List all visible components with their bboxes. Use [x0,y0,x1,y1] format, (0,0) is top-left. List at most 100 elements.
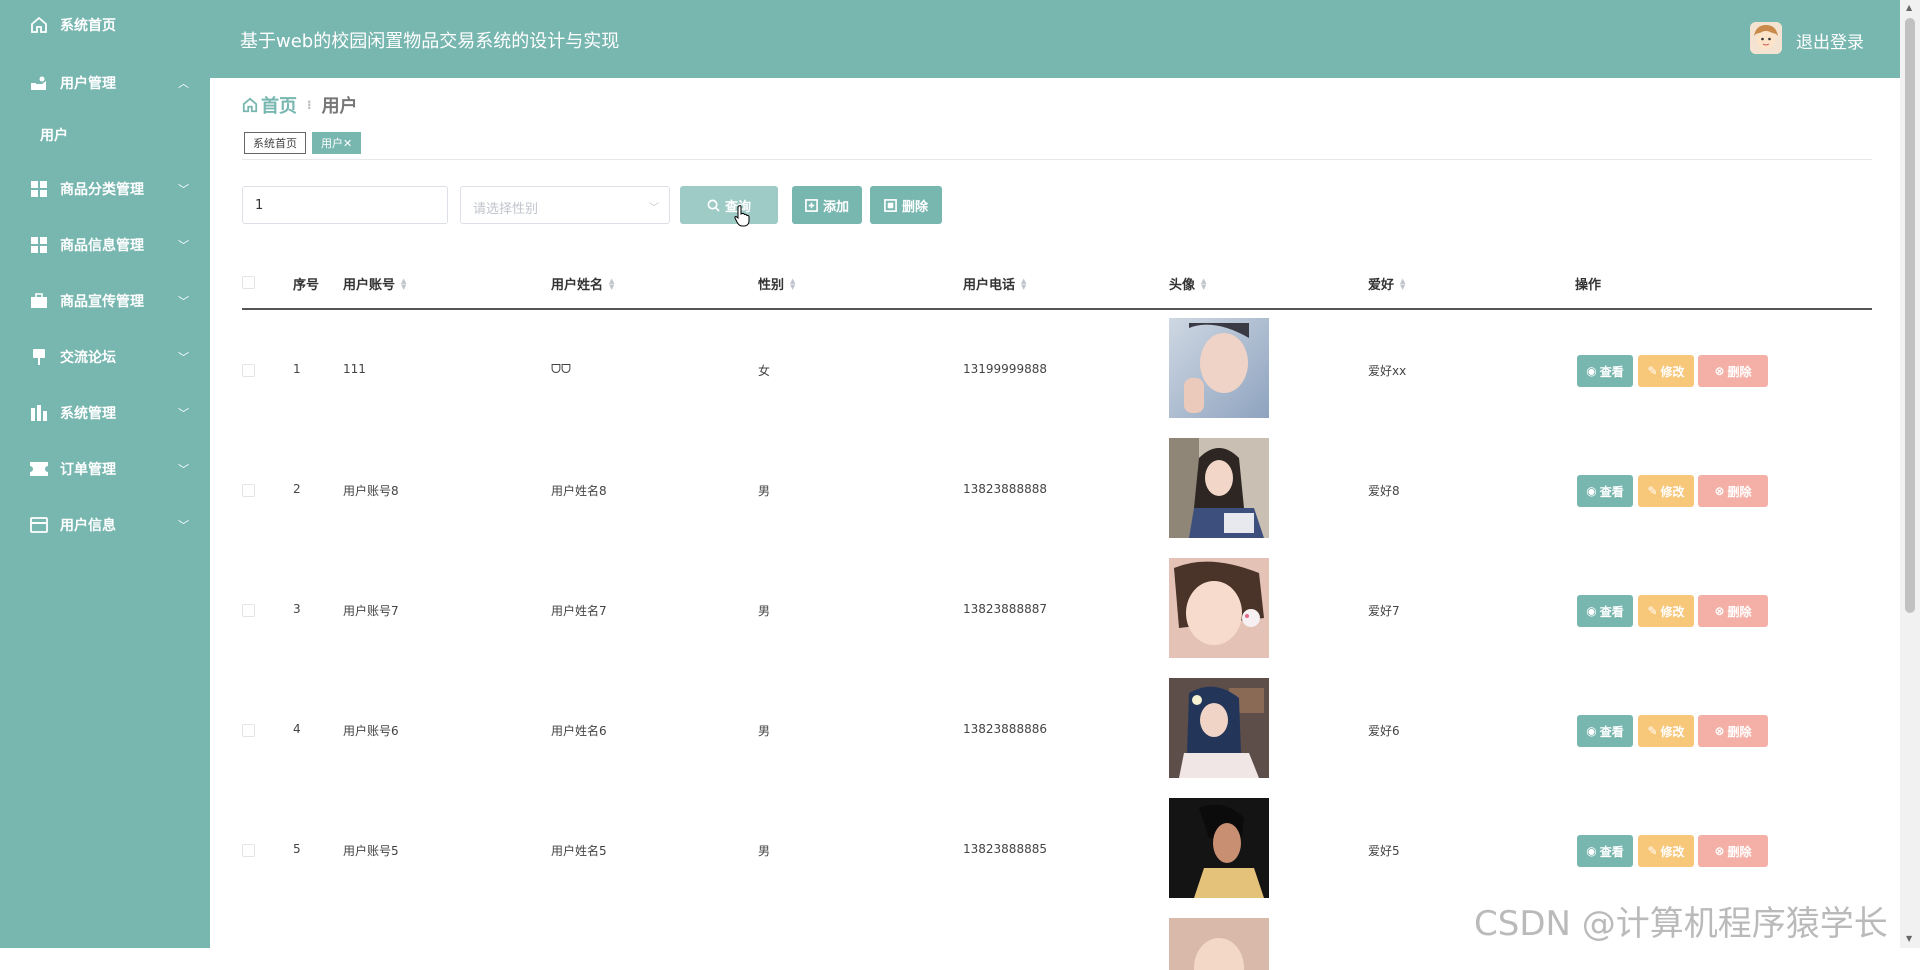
sidebar-item-goods[interactable]: 商品信息管理 ﹀ [0,225,210,265]
row-delete-button[interactable]: ⊗ 删除 [1698,835,1768,867]
cell-hobby: 爱好5 [1368,844,1400,858]
chevron-up-icon: ︿ [178,77,189,90]
row-delete-button[interactable]: ⊗ 删除 [1698,715,1768,747]
vertical-scrollbar[interactable]: ▲ ▼ [1900,0,1920,948]
chevron-down-icon: ﹀ [178,519,189,532]
sidebar: 系统首页 用户管理 ︿ 用户 商品分类管理 ﹀ 商品信息管理 ﹀ 商品宣传管理 … [0,0,210,948]
cell-phone: 13823888888 [963,482,1047,496]
sidebar-item-user[interactable]: 用户 [0,115,210,155]
cell-name: 用户姓名5 [551,844,607,858]
tab-user[interactable]: 用户✕ [312,132,362,154]
avatar-image[interactable] [1169,558,1269,658]
view-button[interactable]: ◉ 查看 [1577,475,1633,507]
cell-gender: 女 [758,364,771,378]
pin-icon [30,348,48,366]
sidebar-item-orders[interactable]: 订单管理 ﹀ [0,449,210,489]
avatar-image[interactable] [1169,798,1269,898]
eye-icon: ◉ [1586,364,1597,378]
delete-square-icon [884,198,897,212]
edit-button[interactable]: ✎ 修改 [1638,835,1694,867]
row-checkbox[interactable] [242,364,255,377]
breadcrumb-home[interactable]: 首页 [242,92,297,118]
view-button[interactable]: ◉ 查看 [1577,835,1633,867]
ticket-icon [30,460,48,478]
row-delete-button[interactable]: ⊗ 删除 [1698,595,1768,627]
row-checkbox[interactable] [242,484,255,497]
cell-gender: 男 [758,844,771,858]
search-input[interactable] [242,186,448,224]
add-button[interactable]: 添加 [792,186,862,224]
eye-icon: ◉ [1586,724,1597,738]
chart-icon [30,404,48,422]
scroll-up-icon[interactable]: ▲ [1906,3,1912,12]
row-checkbox[interactable] [242,844,255,857]
cell-index: 1 [293,362,301,376]
avatar-image[interactable] [1169,918,1269,970]
chevron-down-icon: ﹀ [178,239,189,252]
cell-gender: 男 [758,604,771,618]
tab-home[interactable]: 系统首页 [244,132,306,154]
scrollbar-thumb[interactable] [1905,18,1915,613]
edit-button[interactable]: ✎ 修改 [1638,715,1694,747]
edit-button[interactable]: ✎ 修改 [1638,355,1694,387]
cell-phone: 13823888885 [963,842,1047,856]
edit-icon: ✎ [1647,604,1658,618]
sidebar-item-home[interactable]: 系统首页 [0,5,210,45]
row-checkbox[interactable] [242,724,255,737]
col-avatar[interactable]: 头像 ▲ ▼ [1169,274,1206,293]
sidebar-item-system[interactable]: 系统管理 ﹀ [0,393,210,433]
select-all-checkbox[interactable] [242,276,255,289]
app-title: 基于web的校园闲置物品交易系统的设计与实现 [240,31,620,52]
col-gender[interactable]: 性别 ▲ ▼ [758,274,795,293]
table-row: 4 用户账号6 用户姓名6 男 13823888886 爱好6 ◉ 查看 ✎ 修改 … [242,670,1872,790]
avatar-image[interactable] [1169,438,1269,538]
delete-button[interactable]: 删除 [870,186,942,224]
avatar[interactable] [1750,22,1782,54]
col-name[interactable]: 用户姓名 ▲ ▼ [551,274,614,293]
avatar-image[interactable] [1169,678,1269,778]
close-circle-icon: ⊗ [1714,484,1725,498]
chevron-down-icon: ﹀ [178,295,189,308]
search-icon [707,199,720,212]
header: 基于web的校园闲置物品交易系统的设计与实现 退出登录 [210,0,1900,78]
edit-button[interactable]: ✎ 修改 [1638,595,1694,627]
col-hobby[interactable]: 爱好 ▲ ▼ [1368,274,1405,293]
cell-name: 用户姓名8 [551,484,607,498]
sidebar-item-forum[interactable]: 交流论坛 ﹀ [0,337,210,377]
col-account[interactable]: 用户账号 ▲ ▼ [343,274,406,293]
avatar-image[interactable] [1169,318,1269,418]
card-icon [30,516,48,534]
view-button[interactable]: ◉ 查看 [1577,595,1633,627]
sort-icon: ▲ ▼ [1021,276,1027,291]
sort-icon: ▲ ▼ [609,276,615,291]
sidebar-item-promotion[interactable]: 商品宣传管理 ﹀ [0,281,210,321]
chevron-down-icon: ﹀ [178,407,189,420]
row-delete-button[interactable]: ⊗ 删除 [1698,475,1768,507]
row-checkbox[interactable] [242,604,255,617]
cell-name: ᗜᗜ [551,362,571,376]
row-delete-button[interactable]: ⊗ 删除 [1698,355,1768,387]
sort-icon: ▲ ▼ [790,276,796,291]
cell-index: 4 [293,722,301,736]
sort-icon: ▲ ▼ [401,276,407,291]
sidebar-item-user-manage[interactable]: 用户管理 ︿ [0,63,210,103]
query-button[interactable]: 查询 [680,186,778,224]
chevron-down-icon: ﹀ [649,203,659,214]
gender-select[interactable]: 请选择性别 ﹀ [460,186,670,224]
close-circle-icon: ⊗ [1714,364,1725,378]
scroll-down-icon[interactable]: ▼ [1906,934,1912,943]
breadcrumb-separator: ⁝ [307,98,312,112]
edit-button[interactable]: ✎ 修改 [1638,475,1694,507]
home-icon [242,97,258,113]
logout-button[interactable]: 退出登录 [1796,28,1864,53]
cell-account: 用户账号6 [343,724,399,738]
breadcrumb-current: 用户 [321,96,358,117]
close-circle-icon: ⊗ [1714,844,1725,858]
col-actions: 操作 [1575,278,1602,293]
view-button[interactable]: ◉ 查看 [1577,715,1633,747]
sidebar-item-category[interactable]: 商品分类管理 ﹀ [0,169,210,209]
view-button[interactable]: ◉ 查看 [1577,355,1633,387]
edit-icon: ✎ [1647,364,1658,378]
col-phone[interactable]: 用户电话 ▲ ▼ [963,274,1026,293]
sidebar-item-userinfo[interactable]: 用户信息 ﹀ [0,505,210,545]
